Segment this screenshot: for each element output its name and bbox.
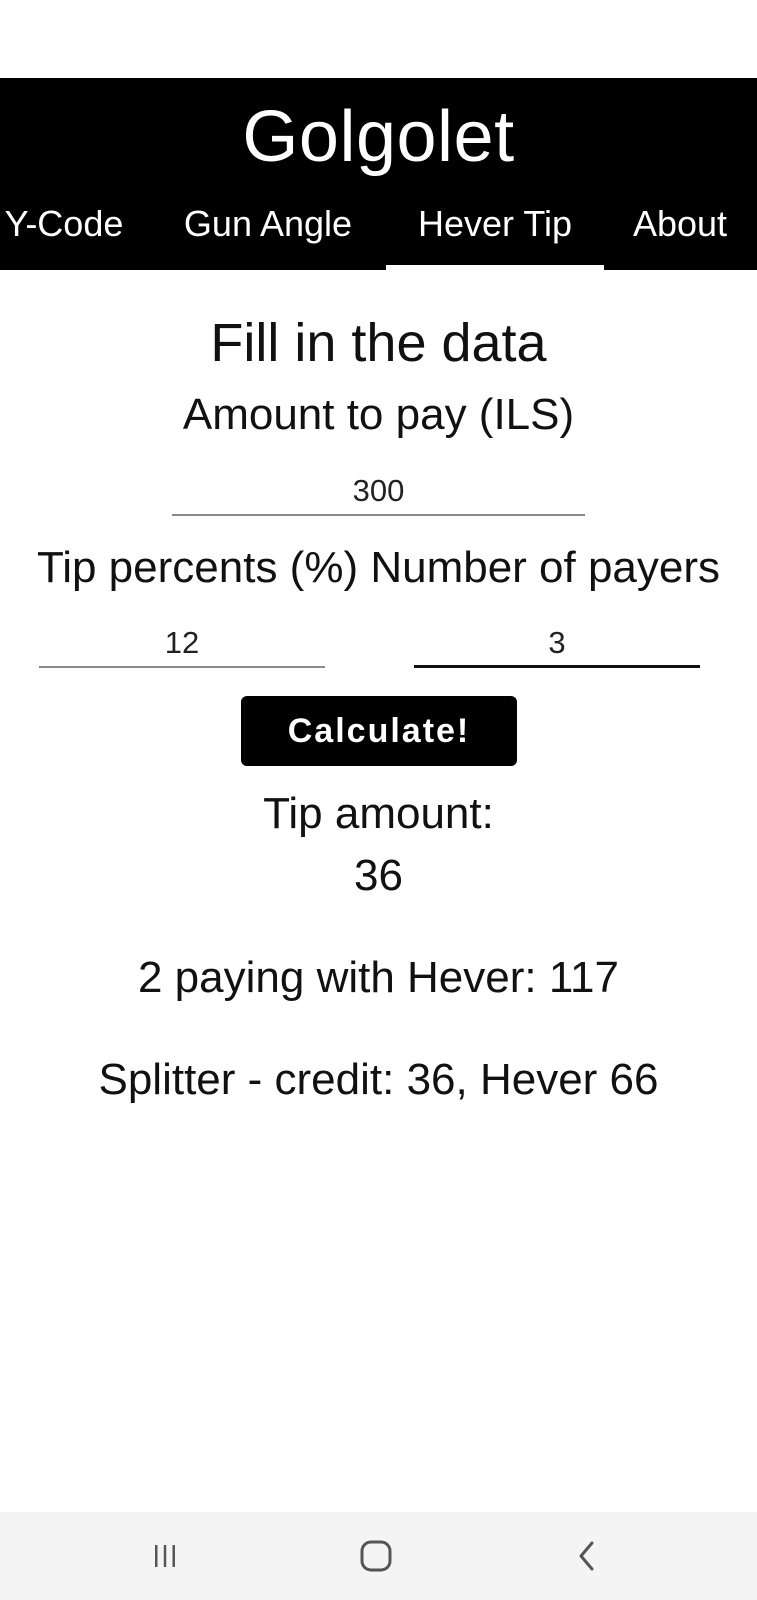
back-icon: [579, 1541, 594, 1571]
tip-amount-value: 36: [354, 851, 403, 900]
status-bar: [0, 0, 757, 78]
payers-count-input[interactable]: [414, 620, 700, 668]
hever-payment-result: 2 paying with Hever: 117: [137, 953, 619, 1002]
home-icon: [360, 1540, 392, 1572]
tab-hever-tip[interactable]: Hever Tip: [386, 196, 604, 270]
tip-and-payers-label: Tip percents (%) Number of payers: [36, 543, 721, 592]
tip-amount-label: Tip amount:: [263, 789, 494, 838]
system-navigation-bar: [0, 1512, 757, 1600]
tip-percent-input[interactable]: [39, 620, 325, 668]
amount-label: Amount to pay (ILS): [182, 390, 575, 439]
app-header: Golgolet Y-Code Gun Angle Hever Tip Abou…: [0, 78, 757, 270]
recent-apps-button[interactable]: [130, 1528, 200, 1584]
tab-gun-angle[interactable]: Gun Angle: [168, 196, 368, 270]
home-button[interactable]: [341, 1528, 411, 1584]
tab-about[interactable]: About: [614, 196, 746, 270]
selected-tab-indicator: [386, 265, 604, 270]
app-title: Golgolet: [242, 97, 515, 177]
back-button[interactable]: [552, 1528, 622, 1584]
calculate-button[interactable]: Calculate!: [241, 696, 517, 766]
splitter-result: Splitter - credit: 36, Hever 66: [98, 1055, 659, 1104]
tab-y-code[interactable]: Y-Code: [0, 196, 134, 270]
recent-apps-icon: [155, 1545, 175, 1567]
form-heading: Fill in the data: [210, 313, 547, 373]
amount-input[interactable]: [172, 468, 585, 516]
